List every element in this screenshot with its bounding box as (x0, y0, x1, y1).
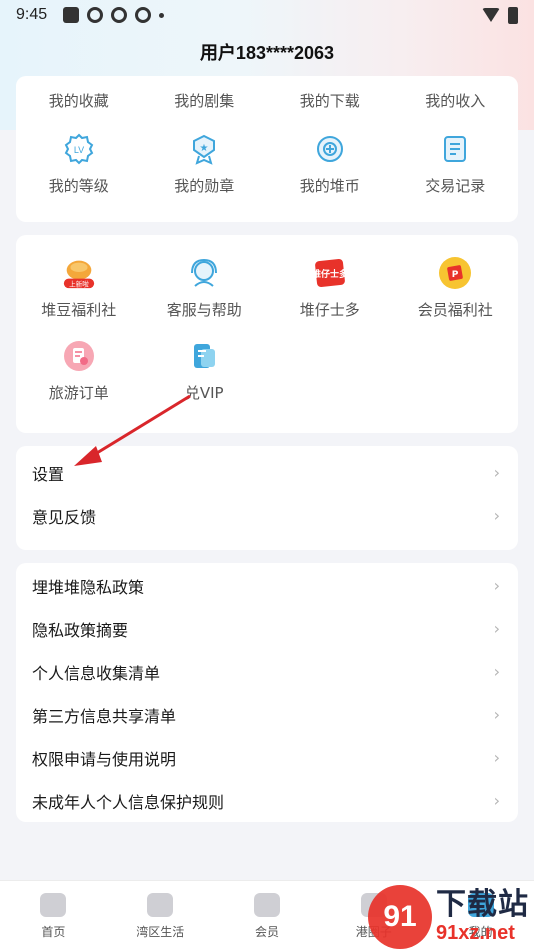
notification-circle-icon (111, 7, 128, 23)
chevron-right-icon: › (493, 705, 500, 724)
watermark-logo: 91 (368, 885, 432, 949)
customer-service-icon (186, 255, 222, 291)
menu-item-label: 设置 (32, 464, 65, 484)
tab-vip[interactable]: 会员 (214, 881, 321, 950)
services-card: 上新啦 堆豆福利社 客服与帮助 堆仔士多 堆仔士多 P 会员福利社 旅游订单 兑… (16, 235, 518, 433)
grid-item-label: 交易记录 (425, 177, 486, 195)
menu-item-label: 第三方信息共享清单 (32, 706, 177, 726)
chevron-right-icon: › (493, 576, 500, 595)
my-grid-card: 我的收藏 我的剧集 我的下载 我的收入 LV 我的等级 ★ 我的勋章 我的堆币 (16, 76, 518, 222)
service-label: 堆豆福利社 (41, 301, 117, 319)
grid-item-label: 我的勋章 (174, 177, 235, 195)
page-header: 用户183****2063 (0, 30, 534, 74)
menu-item-label: 隐私政策摘要 (32, 620, 129, 640)
vip-welfare-icon: P (437, 255, 473, 291)
store-icon: 堆仔士多 (312, 255, 348, 291)
svg-text:LV: LV (74, 145, 84, 155)
tab-label: 湾区生活 (136, 925, 185, 939)
policy-card: 埋堆堆隐私政策 › 隐私政策摘要 › 个人信息收集清单 › 第三方信息共享清单 … (16, 563, 518, 822)
grid-item-downloads[interactable]: 我的下载 (267, 90, 393, 111)
grid-item-series[interactable]: 我的剧集 (142, 90, 268, 111)
record-icon (437, 131, 473, 167)
grid-item-favorites[interactable]: 我的收藏 (16, 90, 142, 111)
video-icon (147, 893, 174, 917)
medal-icon: ★ (186, 131, 222, 167)
menu-item-minor-protection[interactable]: 未成年人个人信息保护规则 › (16, 779, 518, 822)
chevron-right-icon: › (493, 506, 500, 525)
grid-item-label: 我的剧集 (174, 92, 235, 110)
home-icon (40, 893, 67, 917)
level-icon: LV (61, 131, 97, 167)
menu-item-permissions[interactable]: 权限申请与使用说明 › (16, 736, 518, 779)
menu-item-label: 未成年人个人信息保护规则 (32, 792, 225, 812)
service-store[interactable]: 堆仔士多 堆仔士多 (267, 255, 393, 320)
chevron-right-icon: › (493, 662, 500, 681)
service-bean-welfare[interactable]: 上新啦 堆豆福利社 (16, 255, 142, 320)
tab-label: 会员 (254, 925, 279, 939)
grid-item-label: 我的收入 (425, 92, 486, 110)
wifi-icon (482, 8, 500, 22)
service-travel-order[interactable]: 旅游订单 (16, 338, 142, 403)
notification-square-icon (63, 7, 80, 23)
service-label: 兑VIP (184, 384, 224, 402)
menu-item-label: 权限申请与使用说明 (32, 749, 177, 769)
grid-item-level[interactable]: LV 我的等级 (16, 131, 142, 196)
service-label: 会员福利社 (417, 301, 493, 319)
page-title: 用户183****2063 (199, 43, 335, 63)
grid-item-transactions[interactable]: 交易记录 (393, 131, 519, 196)
notification-circle-icon (135, 7, 152, 23)
svg-text:P: P (452, 270, 459, 280)
battery-icon (508, 6, 518, 24)
menu-item-privacy-policy[interactable]: 埋堆堆隐私政策 › (16, 564, 518, 607)
menu-item-label: 个人信息收集清单 (32, 663, 161, 683)
menu-item-third-party-sharing[interactable]: 第三方信息共享清单 › (16, 693, 518, 736)
menu-item-info-collection[interactable]: 个人信息收集清单 › (16, 650, 518, 693)
coin-icon (312, 131, 348, 167)
settings-card: 设置 › 意见反馈 › (16, 446, 518, 550)
grid-item-label: 我的收藏 (48, 92, 109, 110)
tab-home[interactable]: 首页 (0, 881, 107, 950)
bean-welfare-icon: 上新啦 (61, 255, 97, 291)
menu-item-label: 埋堆堆隐私政策 (32, 577, 145, 597)
svg-text:堆仔士多: 堆仔士多 (312, 268, 348, 280)
status-time: 9:45 (16, 6, 48, 23)
redeem-vip-icon (186, 338, 222, 374)
vip-icon (253, 893, 280, 917)
tab-bay-life[interactable]: 湾区生活 (107, 881, 214, 950)
chevron-right-icon: › (493, 463, 500, 482)
watermark: 91 下载站 91xz.net (368, 884, 534, 950)
chevron-right-icon: › (493, 748, 500, 767)
service-label: 旅游订单 (48, 384, 109, 402)
grid-item-medals[interactable]: ★ 我的勋章 (142, 131, 268, 196)
menu-item-label: 意见反馈 (32, 507, 97, 527)
service-label: 堆仔士多 (299, 301, 360, 319)
menu-item-privacy-summary[interactable]: 隐私政策摘要 › (16, 607, 518, 650)
svg-text:上新啦: 上新啦 (69, 279, 89, 288)
notification-icons (63, 7, 165, 23)
service-customer-help[interactable]: 客服与帮助 (142, 255, 268, 320)
chevron-right-icon: › (493, 791, 500, 810)
grid-item-label: 我的等级 (48, 177, 109, 195)
chevron-right-icon: › (493, 619, 500, 638)
tab-label: 首页 (41, 925, 66, 939)
service-label: 客服与帮助 (166, 301, 242, 319)
watermark-cn-text: 下载站 (436, 887, 529, 922)
more-notifications-icon (159, 12, 165, 18)
travel-order-icon (61, 338, 97, 374)
service-vip-welfare[interactable]: P 会员福利社 (393, 255, 519, 320)
service-redeem-vip[interactable]: 兑VIP (142, 338, 268, 403)
grid-item-income[interactable]: 我的收入 (393, 90, 519, 111)
grid-item-coins[interactable]: 我的堆币 (267, 131, 393, 196)
grid-item-label: 我的下载 (299, 92, 360, 110)
menu-item-settings[interactable]: 设置 › (16, 451, 518, 494)
menu-item-feedback[interactable]: 意见反馈 › (16, 494, 518, 537)
watermark-url: 91xz.net (436, 922, 515, 944)
status-bar: 9:45 (0, 0, 534, 30)
grid-item-label: 我的堆币 (299, 177, 360, 195)
svg-text:★: ★ (200, 143, 209, 154)
notification-circle-icon (87, 7, 104, 23)
